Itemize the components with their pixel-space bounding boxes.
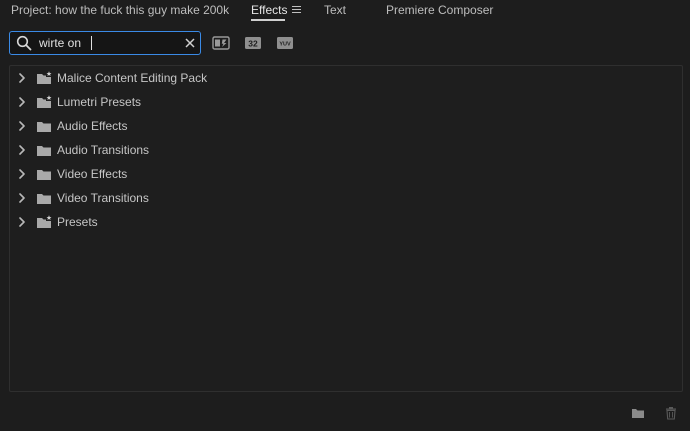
- new-custom-bin-icon[interactable]: [631, 406, 645, 420]
- tree-item-label: Video Effects: [57, 167, 128, 181]
- search-icon: [16, 35, 32, 51]
- preset-folder-icon: [37, 215, 52, 228]
- clear-search-icon[interactable]: [184, 37, 196, 49]
- preset-folder-icon: [37, 71, 52, 84]
- tree-item[interactable]: Presets: [10, 212, 682, 232]
- tree-item-label: Video Transitions: [57, 191, 149, 205]
- tab-premiere-composer[interactable]: Premiere Composer: [386, 3, 493, 17]
- folder-icon: [37, 170, 51, 180]
- tree-item-label: Audio Transitions: [57, 143, 150, 157]
- preset-folder-icon: [37, 95, 52, 108]
- trash-icon[interactable]: [664, 406, 678, 420]
- panel-menu-icon[interactable]: [292, 6, 301, 14]
- chevron-right-icon[interactable]: [18, 97, 26, 107]
- tree-item[interactable]: Video Effects: [10, 164, 682, 184]
- search-input[interactable]: [39, 35, 179, 51]
- chevron-right-icon[interactable]: [18, 73, 26, 83]
- tab-text[interactable]: Text: [324, 3, 346, 17]
- folder-icon: [37, 146, 51, 156]
- tree-item-label: Audio Effects: [57, 119, 128, 133]
- tree-item-label: Presets: [57, 215, 98, 229]
- tab-effects[interactable]: Effects: [251, 3, 287, 17]
- yuv-label: YUV: [279, 42, 291, 48]
- tree-item[interactable]: Audio Effects: [10, 116, 682, 136]
- chevron-right-icon[interactable]: [18, 145, 26, 155]
- tree-item[interactable]: Audio Transitions: [10, 140, 682, 160]
- tree-item[interactable]: Lumetri Presets: [10, 92, 682, 112]
- search-box[interactable]: [9, 31, 201, 55]
- tree-item-label: Lumetri Presets: [57, 95, 142, 109]
- tree-item-label: Malice Content Editing Pack: [57, 71, 208, 85]
- tree-item[interactable]: Malice Content Editing Pack: [10, 68, 682, 88]
- chevron-right-icon[interactable]: [18, 193, 26, 203]
- yuv-filter-button[interactable]: YUV: [276, 36, 294, 50]
- accelerated-effects-filter-button[interactable]: [212, 36, 230, 50]
- panel-tab-bar: Project: how the fuck this guy make 200k…: [0, 0, 690, 22]
- 32-bit-filter-button[interactable]: 32: [244, 36, 262, 50]
- text-caret: [91, 36, 92, 50]
- chevron-right-icon[interactable]: [18, 217, 26, 227]
- effects-tree-panel: Malice Content Editing Pack Lumetri Prese…: [9, 65, 683, 392]
- folder-icon: [37, 194, 51, 204]
- chevron-right-icon[interactable]: [18, 169, 26, 179]
- chevron-right-icon[interactable]: [18, 121, 26, 131]
- tab-project[interactable]: Project: how the fuck this guy make 200k: [11, 3, 229, 17]
- 32-bit-label: 32: [248, 39, 258, 49]
- tree-item[interactable]: Video Transitions: [10, 188, 682, 208]
- folder-icon: [37, 122, 51, 132]
- active-tab-indicator: [251, 19, 285, 21]
